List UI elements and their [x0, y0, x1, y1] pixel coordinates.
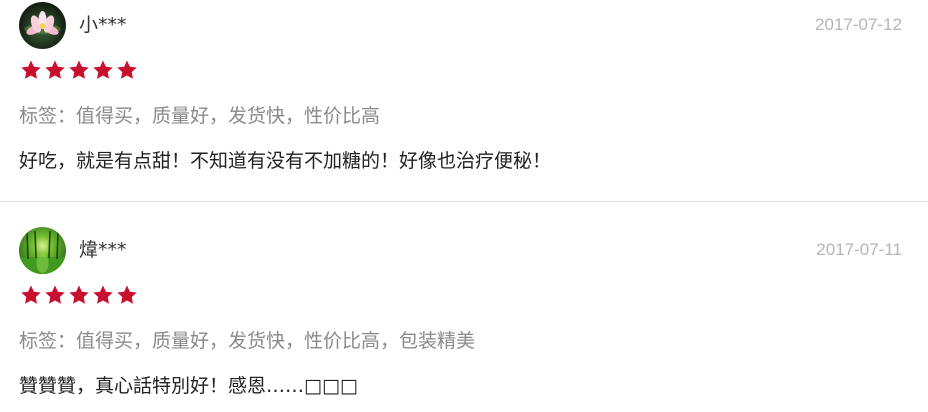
- star-icon: [19, 283, 43, 307]
- review-tags: 标签：值得买，质量好，发货快，性价比高，包装精美: [19, 330, 476, 352]
- user-avatar[interactable]: [19, 227, 66, 274]
- star-icon: [67, 58, 91, 82]
- lotus-flower-icon: [19, 2, 66, 49]
- review-content: 贊贊贊，真心話特別好！感恩……□□□: [19, 375, 358, 397]
- review-date: 2017-07-11: [816, 240, 902, 259]
- star-icon: [43, 283, 67, 307]
- review-date: 2017-07-12: [815, 15, 902, 34]
- star-icon: [91, 58, 115, 82]
- username: 煒***: [79, 239, 127, 261]
- review-item: 小*** 2017-07-12 标签：值得买，质量好，发货快，性价比高 好吃，就…: [0, 0, 928, 200]
- star-icon: [19, 58, 43, 82]
- star-icon: [91, 283, 115, 307]
- star-icon: [115, 283, 139, 307]
- review-divider: [0, 201, 928, 202]
- star-icon: [115, 58, 139, 82]
- username: 小***: [79, 14, 127, 36]
- star-icon: [67, 283, 91, 307]
- star-rating: [19, 58, 139, 82]
- star-icon: [43, 58, 67, 82]
- review-list: 小*** 2017-07-12 标签：值得买，质量好，发货快，性价比高 好吃，就…: [0, 0, 928, 412]
- forest-icon: [19, 227, 66, 274]
- star-rating: [19, 283, 139, 307]
- review-content: 好吃，就是有点甜！不知道有没有不加糖的！好像也治疗便秘！: [19, 150, 552, 172]
- review-item: 煒*** 2017-07-11 标签：值得买，质量好，发货快，性价比高，包装精美…: [0, 225, 928, 412]
- user-avatar[interactable]: [19, 2, 66, 49]
- review-tags: 标签：值得买，质量好，发货快，性价比高: [19, 105, 381, 127]
